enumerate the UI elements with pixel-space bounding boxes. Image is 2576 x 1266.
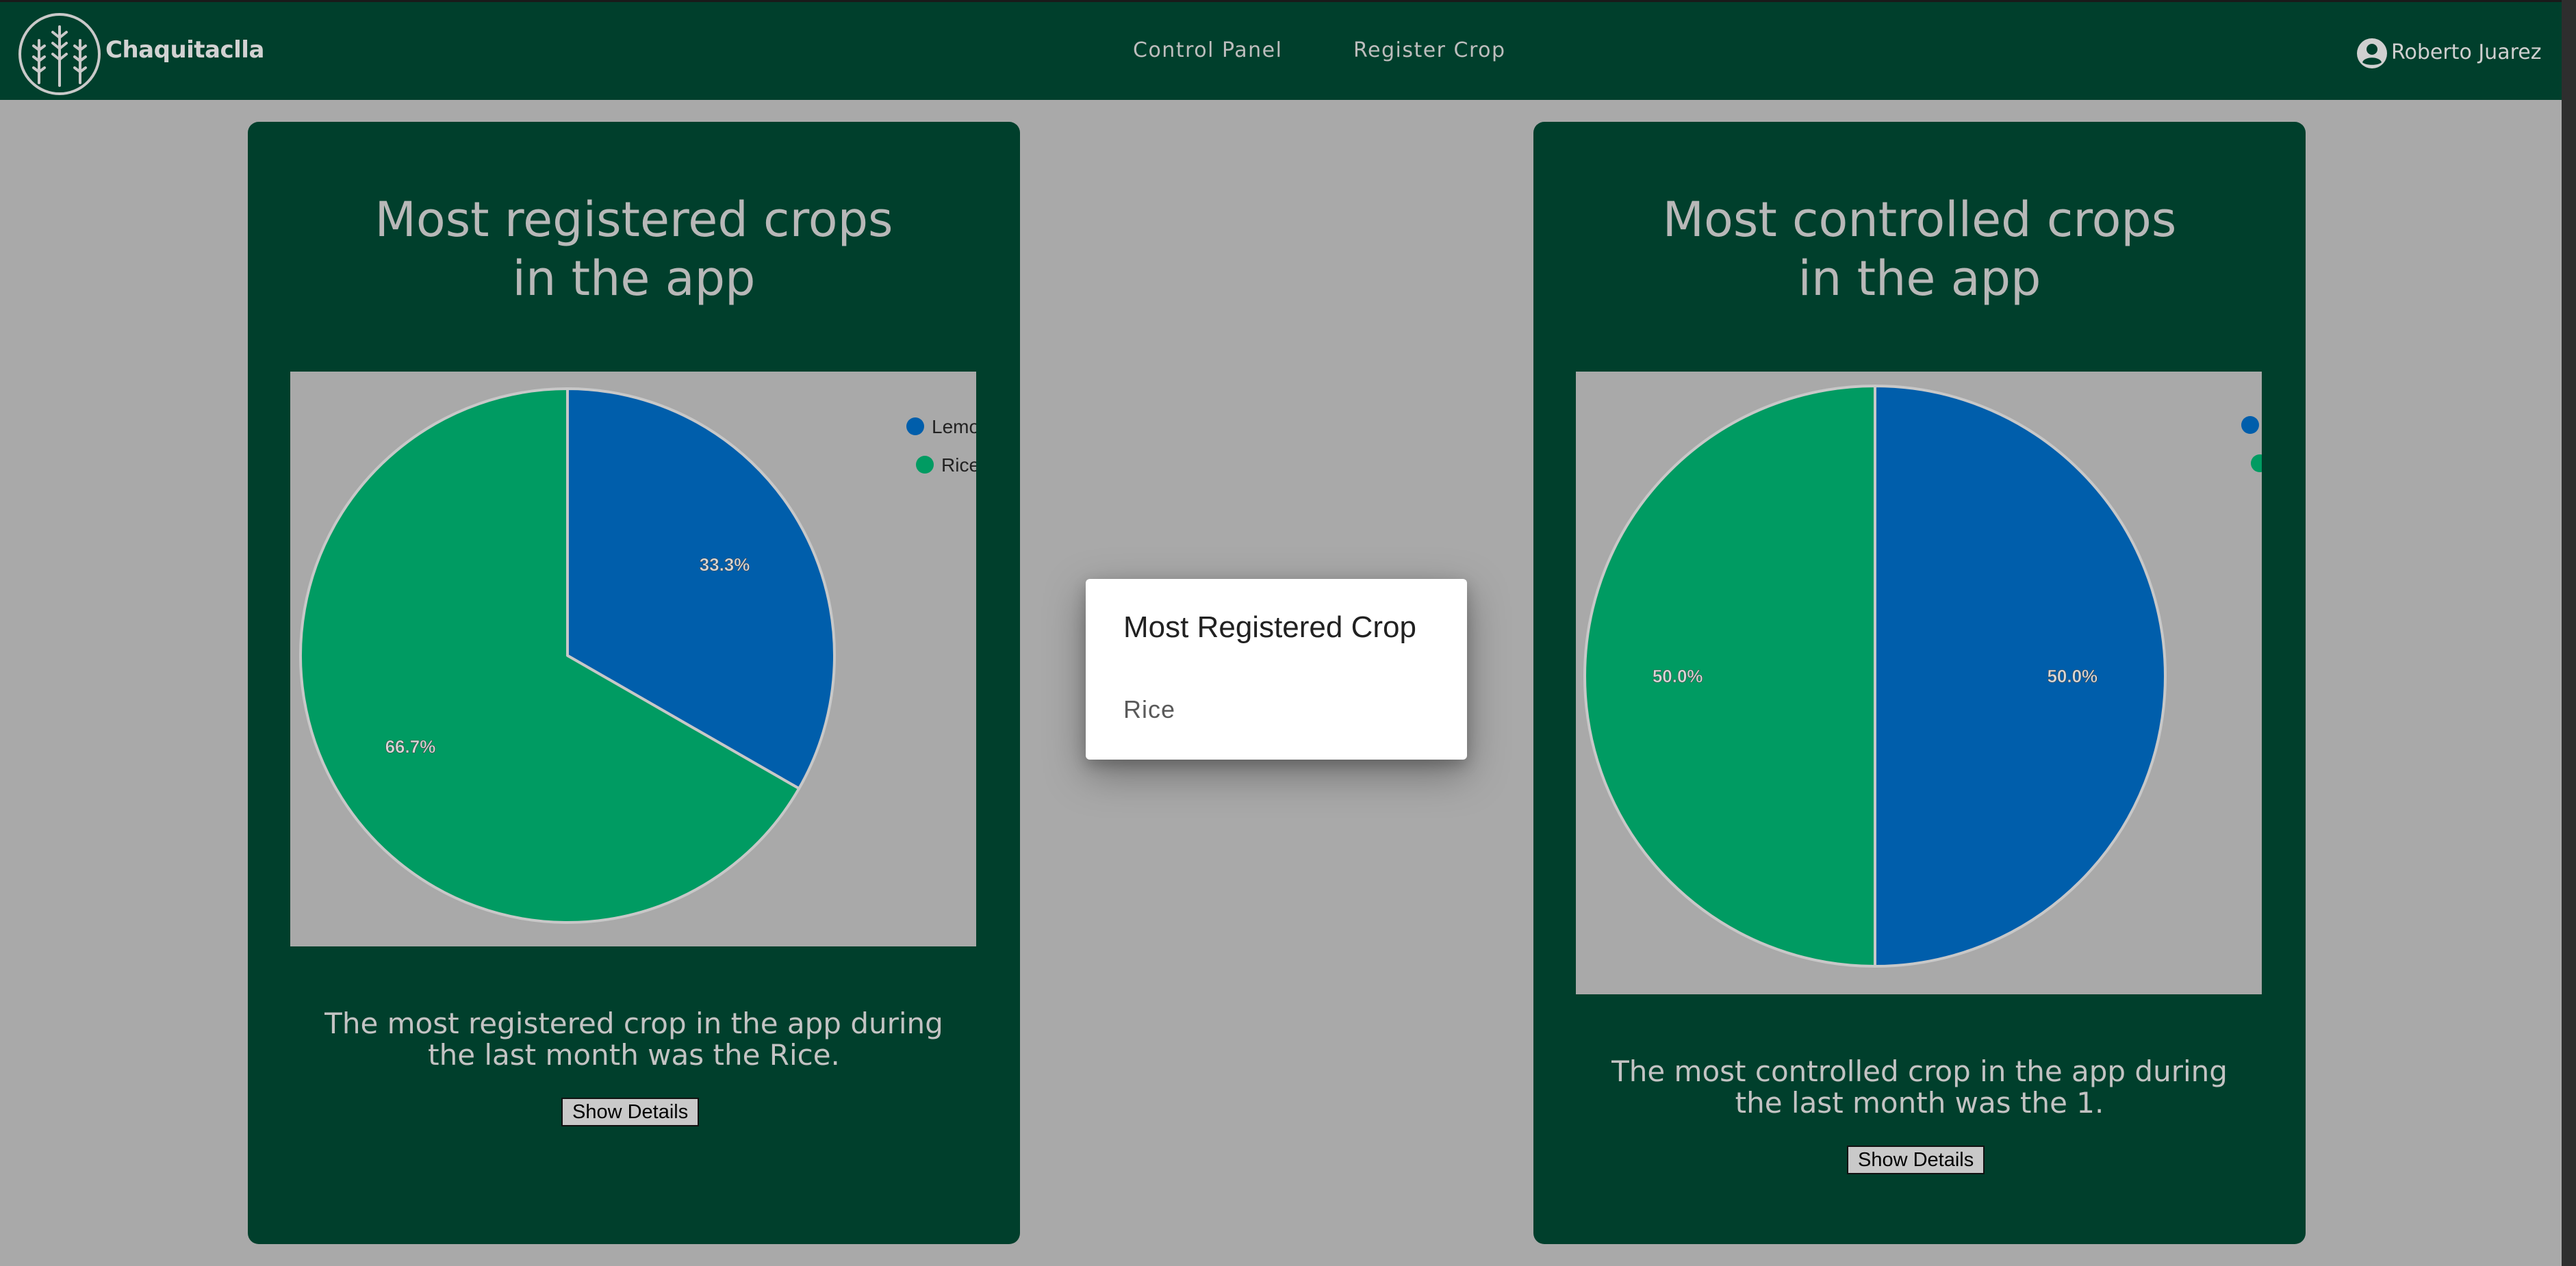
summary-line: The most registered crop in the app duri… [324,1007,943,1040]
legend-marker [906,417,924,435]
wheat-logo-icon[interactable] [17,12,102,96]
legend-label: Lemo [932,416,976,437]
legend-marker [2251,454,2262,472]
most-registered-crop-dialog: Most Registered Crop Rice [1086,579,1467,760]
user-name: Roberto Juarez [2391,40,2542,64]
slice-label: 66.7% [385,736,436,757]
card-title-line: Most controlled crops [1662,192,2177,248]
card-title-line: Most registered crops [374,192,893,248]
account-circle-icon [2357,38,2387,68]
nav-link-control-panel[interactable]: Control Panel [1133,38,1282,62]
dialog-value: Rice [1123,695,1176,723]
legend-marker [916,456,934,474]
summary-line: The most controlled crop in the app duri… [1611,1055,2228,1088]
dialog-title: Most Registered Crop [1123,610,1416,644]
summary-text: The most registered crop in the app duri… [248,1008,1020,1071]
slice-label: 50.0% [2047,666,2097,686]
legend-label: Rice [941,454,976,476]
brand-name[interactable]: Chaquitaclla [105,36,264,64]
show-details-button[interactable]: Show Details [1847,1146,1985,1174]
pie-slice [1583,385,1876,968]
nav-link-register-crop[interactable]: Register Crop [1353,38,1506,62]
pie-chart-svg: 33.3% 66.7% Lemo Rice [299,387,976,924]
registered-crops-chart: 33.3% 66.7% Lemo Rice [290,372,976,946]
controlled-crops-card: Most controlled crops in the app 50.0% 50… [1533,122,2306,1244]
card-title: Most controlled crops in the app [1533,190,2306,308]
slice-label: 50.0% [1653,666,1703,686]
top-navbar: Chaquitaclla Control Panel Register Crop… [0,0,2562,100]
summary-line: the last month was the 1. [1735,1086,2104,1120]
summary-text: The most controlled crop in the app duri… [1533,1056,2306,1119]
controlled-crops-chart: 50.0% 50.0% [1576,372,2262,994]
pie-chart-svg: 50.0% 50.0% [1583,385,2262,968]
scrollbar-thumb[interactable] [2562,0,2576,1266]
summary-line: the last month was the Rice. [428,1038,840,1072]
show-details-button[interactable]: Show Details [561,1098,700,1126]
registered-crops-card: Most registered crops in the app 33.3% 66… [248,122,1020,1244]
slice-label: 33.3% [700,554,750,575]
scrollbar[interactable] [2562,0,2576,1266]
card-title-line: in the app [512,250,756,307]
card-title-line: in the app [1798,250,2041,307]
pie-slice [1874,385,2167,968]
card-title: Most registered crops in the app [248,190,1020,308]
legend-marker [2241,416,2259,434]
